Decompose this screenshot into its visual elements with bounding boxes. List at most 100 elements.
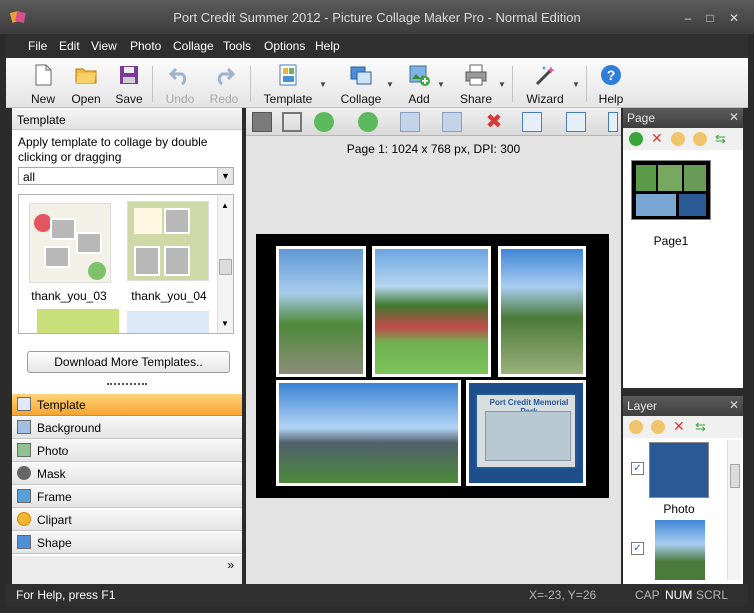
nav-item-frame[interactable]: Frame [12, 486, 242, 508]
refresh-icon[interactable]: ⇆ [695, 419, 706, 435]
page-panel-close-button[interactable]: ✕ [729, 110, 739, 124]
share-button[interactable]: Share [458, 62, 494, 106]
close-button[interactable]: ✕ [726, 12, 742, 24]
move-page-up-icon[interactable] [671, 132, 685, 146]
scrollbar-thumb[interactable] [730, 464, 740, 488]
photo-slot [164, 208, 190, 234]
share-dropdown-arrow[interactable]: ▼ [498, 80, 506, 89]
park-map [485, 411, 571, 461]
delete-icon[interactable]: ✖ [484, 112, 504, 132]
delete-layer-icon[interactable]: ✕ [673, 418, 685, 435]
template-label: Template [263, 92, 313, 106]
download-templates-button[interactable]: Download More Templates.. [27, 351, 230, 373]
nav-item-mask[interactable]: Mask [12, 463, 242, 485]
undo-label: Undo [165, 92, 195, 106]
layer-list-scrollbar[interactable] [727, 440, 741, 580]
menu-file[interactable]: File [28, 39, 47, 53]
menu-help[interactable]: Help [315, 39, 340, 53]
layer-visible-checkbox[interactable]: ✓ [631, 462, 644, 475]
move-page-down-icon[interactable] [693, 132, 707, 146]
template-list-scrollbar[interactable]: ▲ ▼ [217, 195, 233, 333]
nav-item-background[interactable]: Background [12, 417, 242, 439]
wizard-button[interactable]: Wizard [524, 62, 566, 106]
align-center-icon[interactable] [522, 112, 542, 132]
chevron-down-icon[interactable]: ▼ [217, 168, 233, 184]
template-thumbnail[interactable] [29, 203, 111, 283]
template-filter-select[interactable]: all ▼ [18, 167, 234, 185]
new-button[interactable]: New [26, 62, 60, 106]
template-thumbnail[interactable] [37, 309, 119, 333]
photo-tile[interactable] [276, 246, 366, 377]
menu-photo[interactable]: Photo [130, 39, 161, 53]
scroll-down-arrow[interactable]: ▼ [221, 319, 229, 328]
splitter-grip[interactable] [107, 383, 147, 387]
nav-item-label: Clipart [37, 513, 72, 527]
add-button[interactable]: Add [402, 62, 436, 106]
save-button[interactable]: Save [112, 62, 146, 106]
user-icon[interactable] [252, 112, 272, 132]
crop-icon[interactable] [282, 112, 302, 132]
title-bar: Port Credit Summer 2012 - Picture Collag… [0, 0, 754, 34]
template-dropdown-arrow[interactable]: ▼ [319, 80, 327, 89]
add-label: Add [408, 92, 430, 106]
photo-tile-selected[interactable]: Port Credit Memorial Park [466, 380, 586, 486]
delete-page-icon[interactable]: ✕ [651, 130, 663, 147]
redo-button[interactable]: Redo [206, 62, 242, 106]
nav-item-template[interactable]: Template [12, 394, 242, 416]
layer-panel-close-button[interactable]: ✕ [729, 398, 739, 412]
frame-icon [17, 489, 31, 503]
undo-button[interactable]: Undo [162, 62, 198, 106]
move-down-icon[interactable] [358, 112, 378, 132]
template-button[interactable]: Template [260, 62, 316, 106]
mask-icon [17, 466, 31, 480]
distribute-icon[interactable] [608, 112, 618, 132]
status-bar: For Help, press F1 X=-23, Y=26 CAP NUM S… [6, 584, 748, 606]
magic-wand-icon [535, 66, 555, 86]
toolbar-separator [250, 66, 251, 102]
refresh-icon[interactable]: ⇆ [715, 131, 726, 147]
nav-item-shape[interactable]: Shape [12, 532, 242, 554]
editor-area: ✖ Page 1: 1024 x 768 px, DPI: 300 Port C… [246, 108, 621, 584]
menu-options[interactable]: Options [264, 39, 305, 53]
collage-canvas[interactable]: Port Credit Memorial Park [256, 234, 609, 498]
maximize-button[interactable]: □ [702, 12, 718, 24]
page-panel-toolbar: ✕ ⇆ [623, 128, 743, 150]
menu-tools[interactable]: Tools [223, 39, 251, 53]
background-icon [17, 420, 31, 434]
layer-thumbnail[interactable] [649, 442, 709, 498]
page-thumbnail-label: Page1 [653, 234, 689, 248]
photo-tile[interactable] [372, 246, 491, 377]
nav-item-clipart[interactable]: Clipart [12, 509, 242, 531]
layer-visible-checkbox[interactable]: ✓ [631, 542, 644, 555]
nav-item-photo[interactable]: Photo [12, 440, 242, 462]
scrollbar-thumb[interactable] [219, 259, 232, 275]
move-up-icon[interactable] [314, 112, 334, 132]
menu-edit[interactable]: Edit [59, 39, 80, 53]
menu-collage[interactable]: Collage [173, 39, 214, 53]
photo-tile[interactable] [498, 246, 586, 377]
template-thumbnail[interactable] [127, 311, 209, 333]
layer-up-icon[interactable] [629, 420, 643, 434]
photo-tile[interactable] [276, 380, 461, 486]
add-page-icon[interactable] [629, 132, 643, 146]
page-thumbnail[interactable] [631, 160, 711, 220]
thumb-photo [636, 165, 656, 191]
nav-more-button[interactable]: » [227, 558, 234, 572]
menu-view[interactable]: View [91, 39, 117, 53]
printer-icon [465, 64, 487, 86]
help-button[interactable]: ? Help [594, 62, 628, 106]
collage-button[interactable]: Collage [336, 62, 386, 106]
open-button[interactable]: Open [68, 62, 104, 106]
minimize-button[interactable]: – [680, 12, 696, 24]
layer-down-icon[interactable] [651, 420, 665, 434]
add-dropdown-arrow[interactable]: ▼ [437, 80, 445, 89]
scroll-up-arrow[interactable]: ▲ [221, 201, 229, 210]
layer-thumbnail[interactable] [655, 520, 705, 580]
template-thumbnail[interactable] [127, 201, 209, 281]
rotate-left-icon[interactable] [442, 112, 462, 132]
wizard-dropdown-arrow[interactable]: ▼ [572, 80, 580, 89]
rotate-right-icon[interactable] [400, 112, 420, 132]
collage-dropdown-arrow[interactable]: ▼ [386, 80, 394, 89]
save-icon [120, 66, 138, 84]
align-left-icon[interactable] [566, 112, 586, 132]
